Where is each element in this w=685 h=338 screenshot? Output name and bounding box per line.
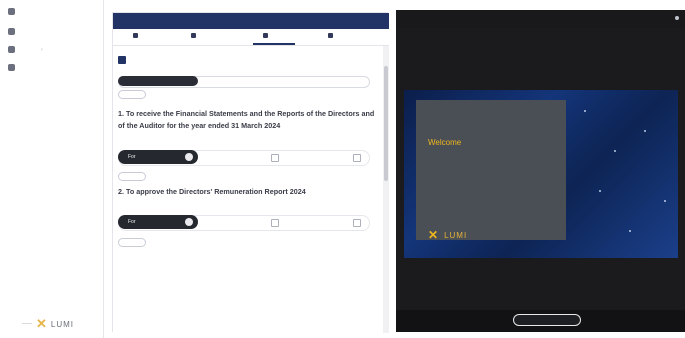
sidebar: › —— ✕ LUMI (0, 0, 104, 338)
home-icon (133, 33, 138, 38)
panel-title (113, 13, 389, 29)
chevron-right-icon: › (41, 46, 43, 53)
logo-text: LUMI (444, 230, 468, 240)
user-icon (8, 64, 15, 71)
tab-documents[interactable] (328, 33, 336, 38)
menu-icon[interactable] (8, 8, 15, 15)
sidebar-item-account[interactable] (8, 64, 23, 71)
vote-label (118, 206, 148, 211)
panel-content: 1. To receive the Financial Statements a… (113, 46, 383, 333)
record-button[interactable] (513, 314, 581, 326)
filter-option-1[interactable] (118, 76, 198, 86)
welcome-card: Welcome ✕ LUMI (416, 100, 566, 242)
tab-bar (113, 29, 389, 46)
withheld-checkbox-2[interactable] (353, 219, 361, 227)
document-icon (328, 33, 333, 38)
help-text (118, 68, 198, 73)
tab-home[interactable] (133, 33, 141, 38)
brand-divider: —— (22, 321, 32, 327)
star-dot (614, 150, 616, 152)
star-dot (584, 110, 586, 112)
tab-vote[interactable] (263, 33, 271, 38)
brand-footer: —— ✕ LUMI (22, 316, 74, 332)
brand-text: LUMI (50, 319, 75, 329)
tab-messages[interactable] (191, 33, 199, 38)
lumi-logo-icon: ✕ (36, 316, 47, 331)
vote-icon (263, 33, 268, 38)
vote-label (118, 140, 148, 145)
broadcast-panel: Welcome ✕ LUMI (396, 10, 685, 332)
sidebar-item-home[interactable] (8, 28, 23, 35)
scrollbar[interactable] (383, 46, 389, 333)
voting-panel: 1. To receive the Financial Statements a… (112, 12, 389, 333)
selected-icon (185, 153, 193, 161)
close-icon[interactable] (675, 16, 679, 20)
scrollbar-thumb[interactable] (384, 66, 388, 181)
star-dot (664, 200, 666, 202)
document-icon (8, 46, 15, 53)
lumi-logo: ✕ LUMI (428, 228, 467, 242)
question-2-title: 2. To approve the Directors' Remuneratio… (118, 187, 306, 196)
selected-icon (185, 218, 193, 226)
home-icon (8, 28, 15, 35)
checkbox-icon[interactable] (118, 56, 126, 64)
video-controls (396, 310, 685, 332)
message-icon (191, 33, 196, 38)
active-tab-indicator (253, 43, 295, 45)
star-dot (644, 130, 646, 132)
star-dot (599, 190, 601, 192)
sidebar-top-label (34, 8, 48, 13)
section-title (129, 56, 209, 64)
broadcast-title (396, 10, 685, 28)
question-1-action-button[interactable] (118, 172, 146, 181)
sidebar-item-documents[interactable]: › (8, 46, 43, 53)
star-dot (629, 230, 631, 232)
against-checkbox-1[interactable] (271, 154, 279, 162)
question-1-title: 1. To receive the Financial Statements a… (118, 109, 375, 130)
filter-action-button[interactable] (118, 90, 146, 99)
lumi-logo-icon: ✕ (428, 228, 440, 242)
welcome-title: Welcome (428, 138, 462, 147)
video-frame[interactable]: Welcome ✕ LUMI (404, 90, 678, 258)
against-checkbox-2[interactable] (271, 219, 279, 227)
withheld-checkbox-1[interactable] (353, 154, 361, 162)
question-2-action-button[interactable] (118, 238, 146, 247)
